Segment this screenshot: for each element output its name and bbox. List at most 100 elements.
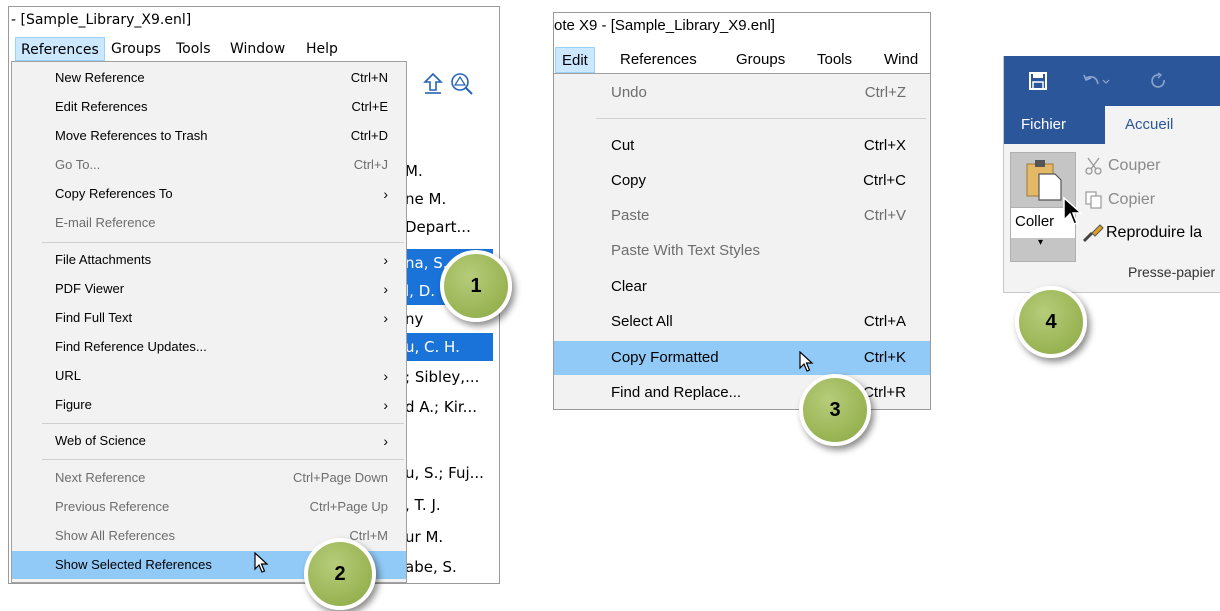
menu-item-copy[interactable]: Copy Ctrl+C: [554, 164, 930, 198]
menu-bar: References Groups Tools Window Help: [9, 37, 499, 61]
format-painter-label[interactable]: Reproduire la: [1106, 224, 1202, 242]
menu-item-label: Copy References To: [55, 186, 173, 201]
menu-item-label: Find and Replace...: [611, 384, 742, 401]
list-item[interactable]: u, S.; Fuj...: [399, 459, 493, 487]
menu-item-figure[interactable]: Figure ›: [12, 391, 406, 419]
menu-item-web-of-science[interactable]: Web of Science ›: [12, 427, 406, 455]
undo-icon[interactable]: [1082, 72, 1112, 90]
shortcut-label: Ctrl+A: [863, 313, 906, 330]
menu-item-find-and-replace[interactable]: Find and Replace... Ctrl+R: [554, 376, 930, 409]
list-item[interactable]: M.: [399, 157, 493, 185]
menu-item-file-attachments[interactable]: File Attachments ›: [12, 246, 406, 274]
shortcut-label: Ctrl+Z: [864, 84, 906, 101]
menu-item-label: Move References to Trash: [55, 128, 208, 143]
menu-item-label: Paste With Text Styles: [611, 242, 760, 259]
list-item[interactable]: ; Sibley,...: [399, 363, 493, 391]
menu-item-label: Show Selected References: [55, 557, 212, 572]
shortcut-label: Ctrl+C: [863, 172, 906, 189]
menu-item-undo[interactable]: Undo Ctrl+Z: [554, 76, 930, 110]
menu-window[interactable]: Wind: [884, 47, 918, 73]
shortcut-label: Ctrl+Page Down: [292, 470, 388, 485]
cut-label[interactable]: Couper: [1108, 157, 1160, 175]
ribbon-clipboard-group: Coller ▾ Couper Copier Reproduire la Pre…: [1004, 144, 1220, 292]
references-dropdown-menu: New Reference Ctrl+N Edit References Ctr…: [11, 61, 407, 583]
menu-tools[interactable]: Tools: [817, 47, 852, 73]
shortcut-label: Ctrl+V: [863, 207, 906, 224]
list-item-selected[interactable]: u, C. H.: [399, 333, 493, 361]
submenu-arrow-icon: ›: [383, 433, 388, 449]
menu-item-label: Find Reference Updates...: [55, 339, 207, 354]
mouse-pointer-icon: [799, 351, 814, 372]
menu-tools[interactable]: Tools: [176, 37, 211, 61]
menu-item-label: New Reference: [55, 70, 145, 85]
menu-item-label: E-mail Reference: [55, 215, 156, 230]
submenu-arrow-icon: ›: [383, 281, 388, 297]
list-item[interactable]: Depart...: [399, 213, 493, 241]
menu-item-new-reference[interactable]: New Reference Ctrl+N: [12, 64, 406, 92]
shortcut-label: Ctrl+D: [350, 128, 388, 143]
list-item[interactable]: ur M.: [399, 523, 493, 551]
menu-separator: [42, 459, 404, 460]
menu-item-go-to[interactable]: Go To... Ctrl+J: [12, 151, 406, 179]
menu-window[interactable]: Window: [230, 37, 285, 61]
menu-references[interactable]: References: [15, 37, 105, 61]
quick-access-toolbar: [1004, 56, 1220, 106]
menu-item-edit-references[interactable]: Edit References Ctrl+E: [12, 93, 406, 121]
menu-references[interactable]: References: [620, 47, 697, 73]
list-item[interactable]: , T. J.: [399, 491, 493, 519]
menu-item-clear[interactable]: Clear: [554, 270, 930, 304]
menu-item-label: Copy: [611, 172, 647, 189]
tab-fichier[interactable]: Fichier: [1021, 106, 1066, 144]
step-badge-2: 2: [304, 538, 376, 610]
menu-item-label: Show All References: [55, 528, 175, 543]
menu-item-label: Cut: [611, 137, 635, 154]
step-badge-3: 3: [799, 374, 871, 446]
menu-item-find-full-text[interactable]: Find Full Text ›: [12, 304, 406, 332]
list-item[interactable]: ne M.: [399, 185, 493, 213]
endnote-window-edit: ote X9 - [Sample_Library_X9.enl] Edit Re…: [553, 12, 931, 410]
edit-dropdown-menu: Undo Ctrl+Z Cut Ctrl+X Copy Ctrl+C Paste…: [554, 73, 930, 409]
tab-accueil[interactable]: Accueil: [1105, 106, 1220, 144]
menu-help[interactable]: Help: [306, 37, 338, 61]
menu-groups[interactable]: Groups: [736, 47, 785, 73]
menu-edit[interactable]: Edit: [555, 47, 595, 73]
menu-item-email-reference[interactable]: E-mail Reference: [12, 209, 406, 237]
menu-item-copy-formatted[interactable]: Copy Formatted Ctrl+K: [554, 341, 930, 375]
shortcut-label: Ctrl+E: [351, 99, 388, 114]
menu-item-label: Undo: [611, 84, 647, 101]
shortcut-label: Ctrl+K: [863, 349, 906, 366]
mouse-pointer-icon: [1063, 196, 1083, 225]
save-icon[interactable]: [1028, 71, 1048, 91]
endnote-window-references: - [Sample_Library_X9.enl] References Gro…: [8, 6, 500, 584]
chevron-down-icon[interactable]: ▾: [1038, 237, 1043, 248]
menu-item-label: Go To...: [55, 157, 101, 172]
menu-item-select-all[interactable]: Select All Ctrl+A: [554, 305, 930, 339]
menu-separator: [42, 242, 404, 243]
menu-item-paste[interactable]: Paste Ctrl+V: [554, 199, 930, 233]
menu-item-cut[interactable]: Cut Ctrl+X: [554, 129, 930, 163]
menu-item-label: Select All: [611, 313, 673, 330]
menu-item-move-to-trash[interactable]: Move References to Trash Ctrl+D: [12, 122, 406, 150]
reference-list: M. ne M. Depart... na, S. l, D. ny u, C.…: [399, 63, 499, 583]
menu-item-find-reference-updates[interactable]: Find Reference Updates...: [12, 333, 406, 361]
menu-item-url[interactable]: URL ›: [12, 362, 406, 390]
list-item[interactable]: d A.; Kir...: [399, 393, 493, 421]
menu-item-label: File Attachments: [55, 252, 152, 267]
menu-item-pdf-viewer[interactable]: PDF Viewer ›: [12, 275, 406, 303]
menu-item-label: Clear: [611, 278, 647, 295]
menu-item-copy-references-to[interactable]: Copy References To ›: [12, 180, 406, 208]
list-item[interactable]: abe, S.: [399, 553, 493, 581]
menu-item-label: Figure: [55, 397, 92, 412]
menu-groups[interactable]: Groups: [111, 37, 161, 61]
redo-icon[interactable]: [1150, 72, 1168, 90]
menu-item-next-reference[interactable]: Next Reference Ctrl+Page Down: [12, 464, 406, 492]
scissors-icon: [1085, 157, 1102, 175]
shortcut-label: Ctrl+J: [353, 157, 388, 172]
menu-item-label: Edit References: [55, 99, 148, 114]
menu-item-paste-with-text-styles[interactable]: Paste With Text Styles: [554, 234, 930, 268]
paste-clipboard-icon: [1026, 160, 1062, 201]
copy-label[interactable]: Copier: [1108, 191, 1155, 209]
menu-item-previous-reference[interactable]: Previous Reference Ctrl+Page Up: [12, 493, 406, 521]
menu-item-label: Copy Formatted: [611, 349, 719, 366]
step-badge-4: 4: [1015, 286, 1087, 358]
